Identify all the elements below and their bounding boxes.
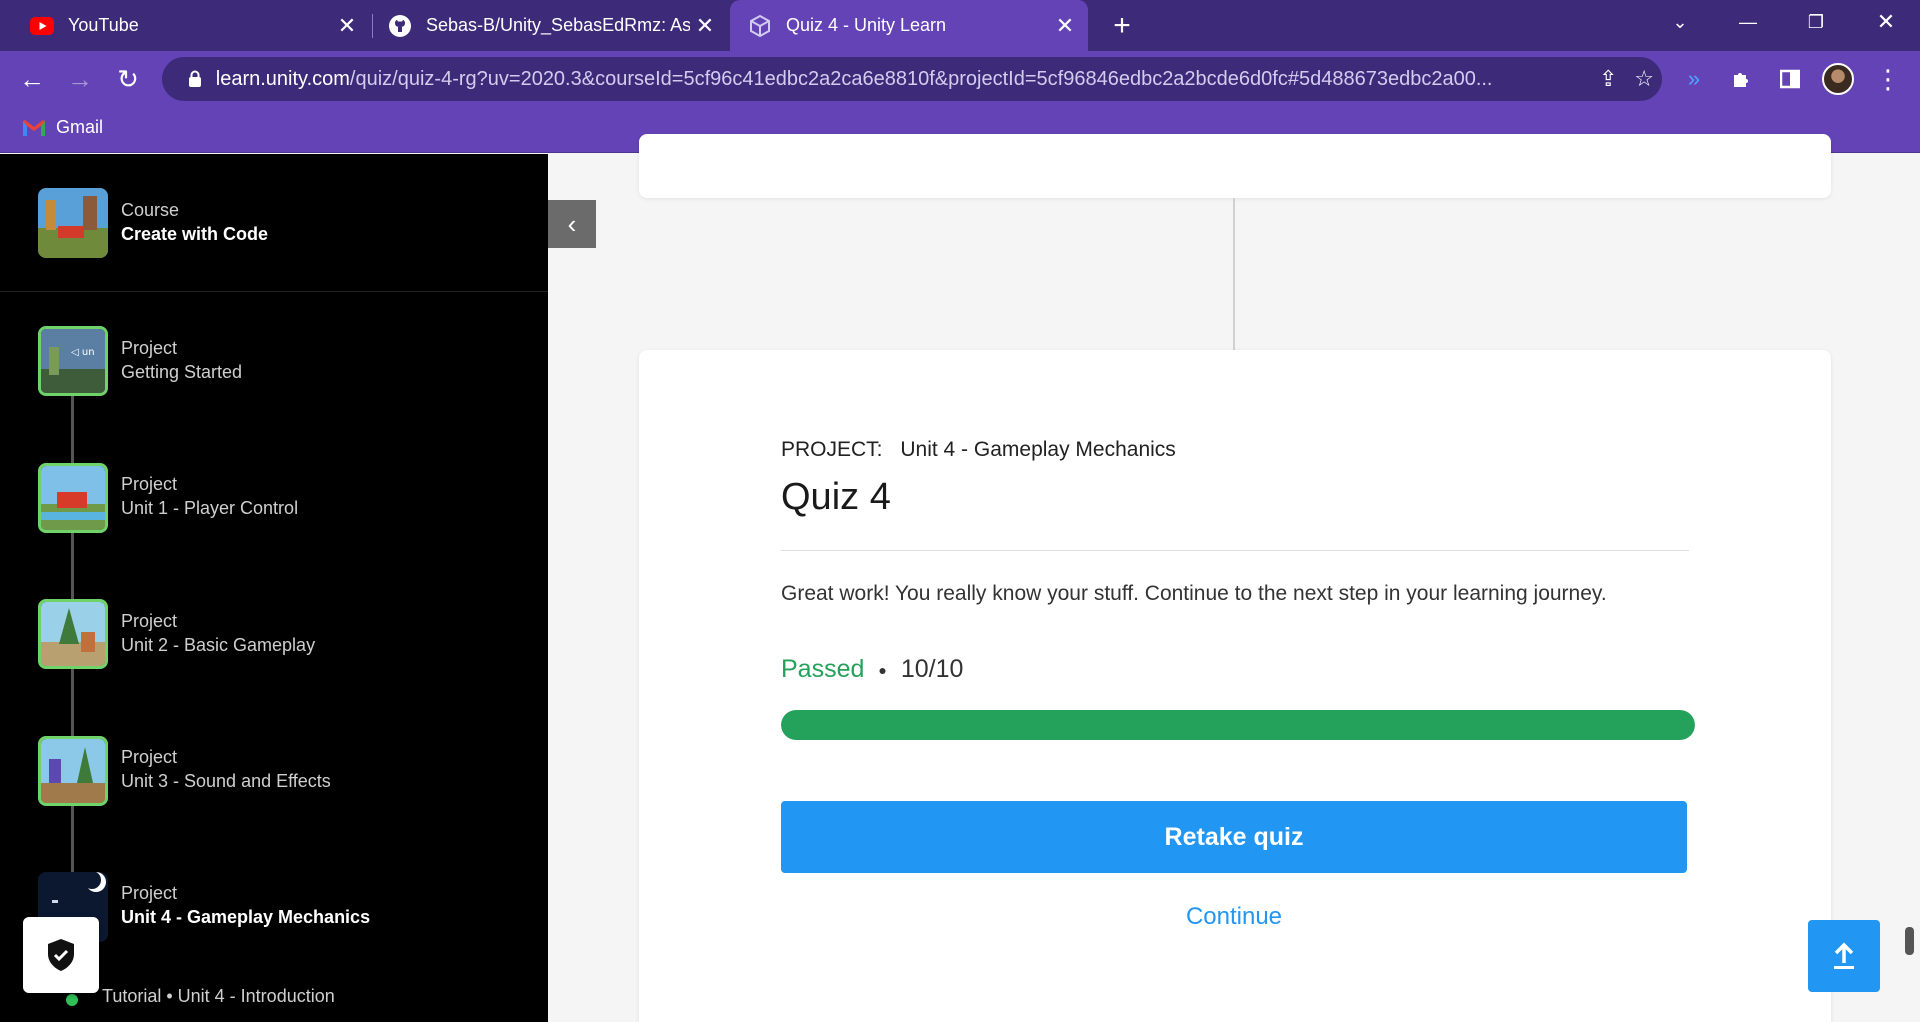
item-kind: Project xyxy=(121,474,178,494)
page-content: Course Create with Code ◁ un Project Get… xyxy=(0,134,1920,1022)
sidebar-item-text: Project Unit 1 - Player Control xyxy=(121,472,298,520)
minimize-button[interactable]: — xyxy=(1718,0,1778,44)
side-panel-icon[interactable] xyxy=(1772,61,1808,97)
item-kind: Project xyxy=(121,611,178,631)
course-header[interactable]: Course Create with Code xyxy=(0,154,548,292)
divider xyxy=(781,550,1689,551)
score-line: Passed ● 10/10 xyxy=(781,655,963,684)
tab-strip: YouTube ✕ Sebas-B/Unity_SebasEdRmz: Asse… xyxy=(0,0,1920,51)
continue-link[interactable]: Continue xyxy=(781,897,1687,937)
project-thumbnail: ◁ un xyxy=(38,326,108,396)
collapse-sidebar-button[interactable]: ‹ xyxy=(548,200,596,248)
tab-title: YouTube xyxy=(68,15,139,35)
gmail-icon xyxy=(23,119,45,136)
result-message: Great work! You really know your stuff. … xyxy=(781,582,1607,605)
github-icon xyxy=(388,14,412,38)
tab-github[interactable]: Sebas-B/Unity_SebasEdRmz: Assets ✕ xyxy=(358,0,728,51)
project-label: PROJECT: xyxy=(781,438,883,461)
bullet-separator: ● xyxy=(878,661,887,678)
item-name: Unit 3 - Sound and Effects xyxy=(121,771,331,791)
score-progress-bar xyxy=(781,710,1695,740)
status-badge: Passed xyxy=(781,655,865,683)
unity-icon xyxy=(748,14,772,38)
course-title-block: Course Create with Code xyxy=(121,198,268,246)
progress-fill xyxy=(781,710,1695,740)
new-tab-button[interactable]: + xyxy=(1104,8,1140,44)
score-value: 10/10 xyxy=(900,655,964,683)
course-kind: Course xyxy=(121,200,180,220)
restore-button[interactable]: ❐ xyxy=(1786,0,1846,44)
tab-title: Quiz 4 - Unity Learn xyxy=(786,15,947,35)
back-button[interactable]: ← xyxy=(14,61,50,97)
sidebar-item-text: Project Unit 4 - Gameplay Mechanics xyxy=(121,881,370,929)
svg-text:◁ un: ◁ un xyxy=(71,347,95,358)
scrollbar-thumb[interactable] xyxy=(1905,927,1914,955)
tab-youtube[interactable]: YouTube ✕ xyxy=(0,0,370,51)
address-bar[interactable]: learn.unity.com/quiz/quiz-4-rg?uv=2020.3… xyxy=(162,57,1662,101)
chevron-left-icon: ‹ xyxy=(567,208,577,239)
sidebar-item-text: Project Unit 2 - Basic Gameplay xyxy=(121,609,315,657)
item-kind: Project xyxy=(121,338,178,358)
project-thumbnail xyxy=(38,599,108,669)
sidebar-item-text: Project Getting Started xyxy=(121,336,242,384)
privacy-shield-button[interactable] xyxy=(23,917,99,993)
scroll-to-top-button[interactable] xyxy=(1808,920,1880,992)
youtube-icon xyxy=(30,14,54,38)
tutorial-status-dot xyxy=(66,994,78,1006)
bookmark-star-icon[interactable]: ☆ xyxy=(1626,61,1662,97)
lock-icon[interactable] xyxy=(180,70,210,88)
forward-button[interactable]: → xyxy=(62,61,98,97)
close-icon[interactable]: ✕ xyxy=(690,11,720,41)
profile-avatar[interactable] xyxy=(1822,63,1854,95)
tab-unity-learn[interactable]: Quiz 4 - Unity Learn ✕ xyxy=(730,0,1088,51)
project-thumbnail xyxy=(38,736,108,806)
reload-button[interactable]: ↻ xyxy=(110,61,146,97)
course-sidebar: Course Create with Code ◁ un Project Get… xyxy=(0,154,548,1022)
connector-line xyxy=(1233,198,1235,350)
url-path: /quiz/quiz-4-rg?uv=2020.3&courseId=5cf96… xyxy=(349,67,1493,90)
sidebar-item-text: Project Unit 3 - Sound and Effects xyxy=(121,745,331,793)
item-name: Unit 2 - Basic Gameplay xyxy=(121,635,316,655)
sidebar-tutorial-item[interactable]: Tutorial • Unit 4 - Introduction xyxy=(102,986,335,1007)
close-window-button[interactable]: ✕ xyxy=(1856,0,1916,44)
extensions-puzzle-icon[interactable] xyxy=(1724,61,1760,97)
quiz-result-card: PROJECT: Unit 4 - Gameplay Mechanics Qui… xyxy=(639,350,1831,1022)
url-text[interactable]: learn.unity.com/quiz/quiz-4-rg?uv=2020.3… xyxy=(216,68,1591,91)
course-name: Create with Code xyxy=(121,224,269,244)
browser-toolbar: ← → ↻ learn.unity.com/quiz/quiz-4-rg?uv=… xyxy=(0,51,1920,107)
item-kind: Project xyxy=(121,883,178,903)
project-breadcrumb: PROJECT: Unit 4 - Gameplay Mechanics xyxy=(781,438,1176,462)
shield-check-icon xyxy=(48,939,74,971)
item-name: Unit 1 - Player Control xyxy=(121,498,299,518)
menu-kebab-icon[interactable]: ⋮ xyxy=(1870,61,1906,97)
extension-wave-icon[interactable]: » xyxy=(1676,61,1712,97)
page-title: Quiz 4 xyxy=(781,476,891,518)
tab-title: Sebas-B/Unity_SebasEdRmz: Assets xyxy=(426,15,690,35)
url-host: learn.unity.com xyxy=(215,67,350,90)
project-thumbnail xyxy=(38,463,108,533)
tab-search-icon[interactable]: ⌄ xyxy=(1650,0,1710,44)
retake-quiz-button[interactable]: Retake quiz xyxy=(781,801,1687,873)
arrow-up-icon xyxy=(1834,942,1854,969)
bookmark-label: Gmail xyxy=(56,117,104,137)
item-name: Unit 4 - Gameplay Mechanics xyxy=(121,907,371,927)
course-thumbnail xyxy=(38,188,108,258)
item-name: Getting Started xyxy=(121,362,243,382)
item-kind: Project xyxy=(121,747,178,767)
project-name: Unit 4 - Gameplay Mechanics xyxy=(900,438,1176,461)
previous-card xyxy=(639,134,1831,198)
bookmark-gmail[interactable]: Gmail xyxy=(22,117,103,138)
share-icon[interactable]: ⇪ xyxy=(1591,61,1627,97)
close-icon[interactable]: ✕ xyxy=(1050,11,1080,41)
